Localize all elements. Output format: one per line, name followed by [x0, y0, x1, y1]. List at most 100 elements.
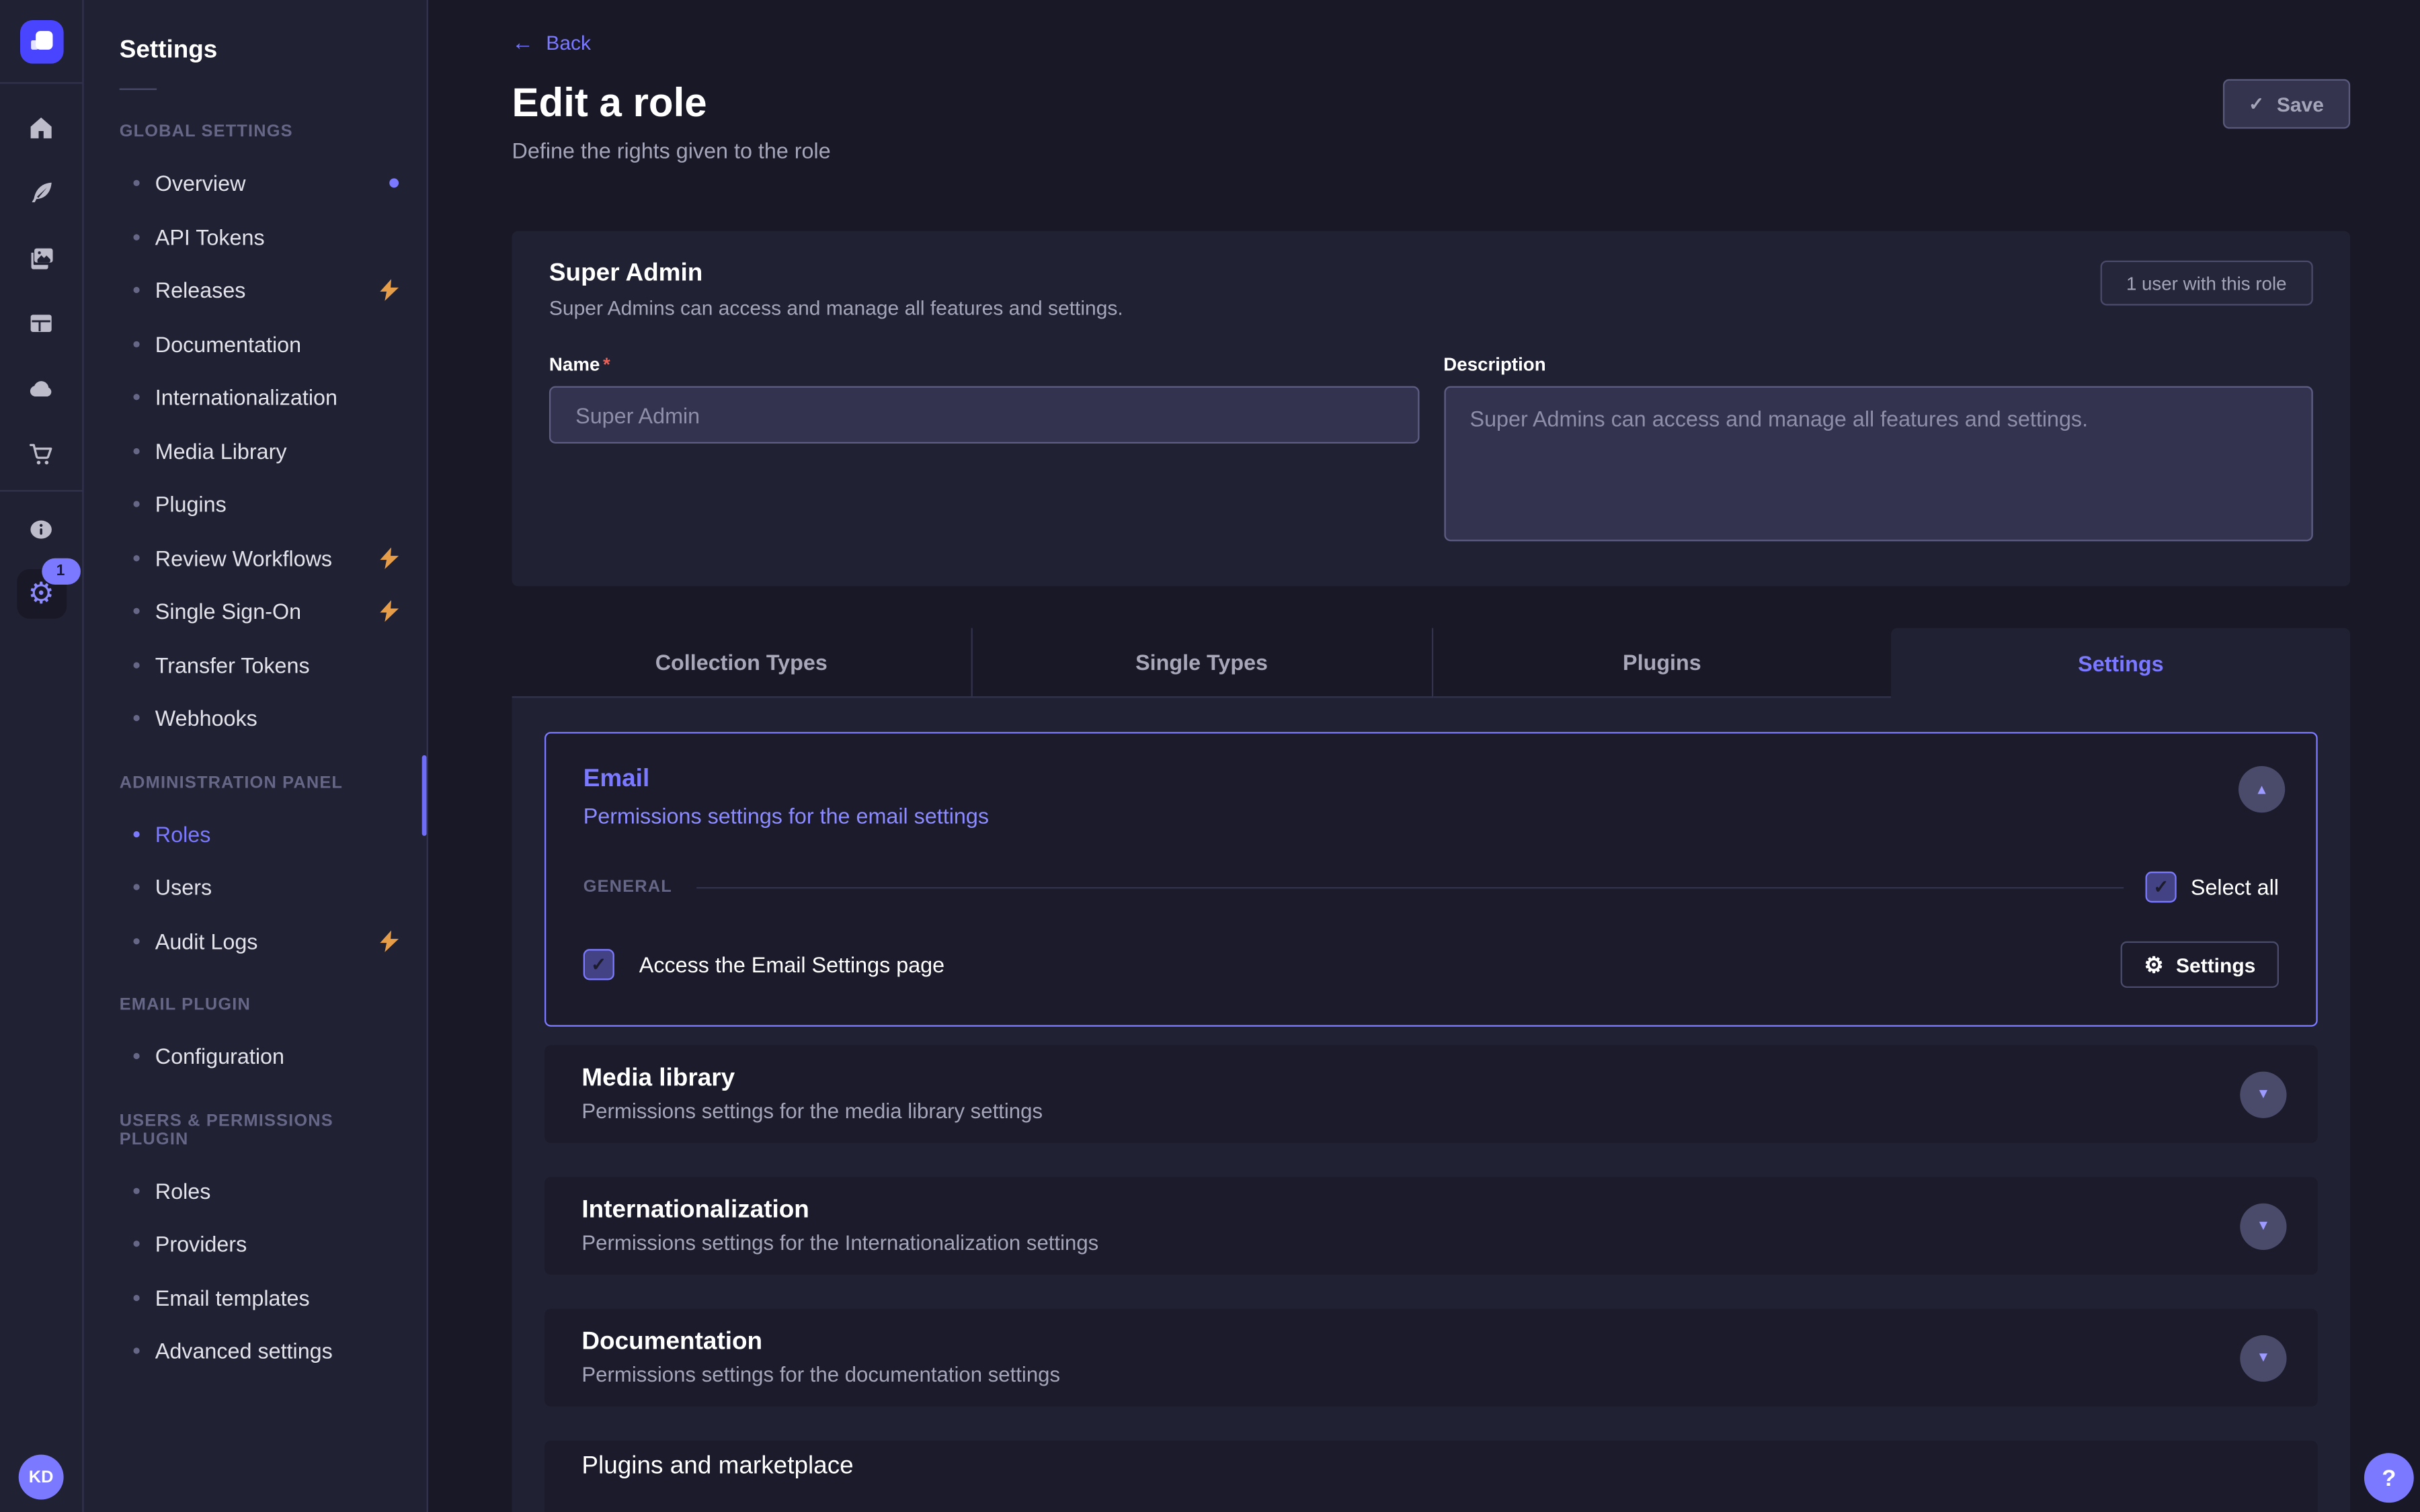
bullet-icon [133, 341, 139, 347]
help-button[interactable]: ? [2364, 1453, 2414, 1503]
description-textarea[interactable]: Super Admins can access and manage all f… [1443, 386, 2312, 542]
accordion-subtitle: Permissions settings for the Internation… [581, 1231, 1098, 1255]
accordion-email-body: GENERAL ✓ Select all ✓ Access the Email … [546, 853, 2316, 1025]
role-name-heading: Super Admin [549, 261, 2313, 289]
sidebar-item-configuration[interactable]: Configuration [82, 1030, 426, 1083]
settings-nav-button[interactable]: ⚙ 1 [9, 561, 74, 626]
expand-button[interactable]: ▼ [2240, 1203, 2286, 1249]
select-all-checkbox[interactable]: ✓ [2146, 872, 2177, 902]
description-field-label: Description [1443, 353, 2312, 375]
accordion-media-library[interactable]: Media library Permissions settings for t… [544, 1045, 2318, 1142]
sidebar-item-internationalization[interactable]: Internationalization [82, 371, 426, 425]
bullet-icon [133, 287, 139, 293]
accordion-plugins-and-marketplace[interactable]: Plugins and marketplace [544, 1441, 2318, 1512]
tab-single-types[interactable]: Single Types [972, 628, 1433, 698]
permission-settings-button[interactable]: ⚙ Settings [2121, 941, 2279, 988]
home-nav-button[interactable] [9, 95, 74, 160]
expand-button[interactable]: ▼ [2240, 1070, 2286, 1117]
bullet-icon [133, 180, 139, 186]
save-button[interactable]: ✓ Save [2222, 79, 2350, 129]
collapse-button[interactable]: ▲ [2238, 766, 2285, 812]
permission-row[interactable]: ✓ Access the Email Settings page [583, 949, 944, 980]
sidebar-item-documentation[interactable]: Documentation [82, 317, 426, 371]
select-all-label: Select all [2191, 875, 2279, 900]
subnav-title: Settings [82, 0, 426, 65]
section-header-administration-panel: ADMINISTRATION PANEL [82, 773, 426, 792]
strapi-logo-link[interactable] [0, 0, 82, 84]
sidebar-item-audit-logs[interactable]: Audit Logs [82, 914, 426, 968]
notification-dot [389, 179, 399, 188]
accordion-title: Email [583, 766, 989, 794]
sidebar-item-review-workflows[interactable]: Review Workflows [82, 531, 426, 585]
role-info-card: Super Admin Super Admins can access and … [512, 231, 2351, 586]
back-arrow-icon: ← [512, 30, 534, 54]
sidebar-item-providers[interactable]: Providers [82, 1218, 426, 1271]
info-nav-button[interactable] [9, 496, 74, 561]
sidebar-item-releases[interactable]: Releases [82, 263, 426, 317]
sidebar-item-users[interactable]: Users [82, 861, 426, 915]
permissions-tabs: Collection Types Single Types Plugins Se… [512, 628, 2351, 698]
sidebar-item-transfer-tokens[interactable]: Transfer Tokens [82, 638, 426, 692]
images-icon [26, 243, 56, 272]
accordion-title: Documentation [581, 1329, 1060, 1357]
info-icon [26, 514, 56, 544]
subnav-scrollbar-thumb[interactable] [422, 755, 427, 836]
strapi-logo [19, 19, 63, 63]
sidebar-item-single-sign-on[interactable]: Single Sign-On [82, 585, 426, 638]
tab-plugins[interactable]: Plugins [1433, 628, 1891, 698]
settings-tab-panel: Email Permissions settings for the email… [512, 698, 2351, 1512]
check-icon: ✓ [2249, 93, 2264, 114]
tab-settings[interactable]: Settings [1892, 628, 2350, 698]
tab-collection-types[interactable]: Collection Types [512, 628, 973, 698]
accordion-internationalization[interactable]: Internationalization Permissions setting… [544, 1177, 2318, 1275]
lightning-icon [380, 280, 399, 301]
sidebar-item-advanced-settings[interactable]: Advanced settings [82, 1325, 426, 1378]
accordion-title: Internationalization [581, 1198, 1098, 1226]
permission-label: Access the Email Settings page [639, 952, 944, 977]
main-content: ← Back Edit a role Define the rights giv… [427, 0, 2420, 1512]
bullet-icon [133, 831, 139, 837]
divider [697, 886, 2124, 888]
settings-subnav: Settings GLOBAL SETTINGS Overview API To… [82, 0, 428, 1512]
lightning-icon [380, 601, 399, 622]
deploy-nav-button[interactable] [9, 355, 74, 420]
sidebar-item-roles-admin[interactable]: Roles [82, 807, 426, 861]
accordion-documentation[interactable]: Documentation Permissions settings for t… [544, 1309, 2318, 1406]
name-field-label: Name* [549, 353, 1418, 375]
bullet-icon [133, 394, 139, 401]
accordion-subtitle: Permissions settings for the documentati… [581, 1363, 1060, 1386]
accordion-subtitle: Permissions settings for the email setti… [583, 803, 989, 828]
select-all-control[interactable]: ✓ Select all [2146, 872, 2279, 902]
sidebar-item-webhooks[interactable]: Webhooks [82, 691, 426, 745]
sidebar-item-email-templates[interactable]: Email templates [82, 1271, 426, 1325]
home-icon [26, 112, 56, 142]
notifications-badge: 1 [41, 558, 80, 585]
section-header-global-settings: GLOBAL SETTINGS [82, 122, 426, 141]
name-input[interactable] [549, 386, 1418, 444]
users-with-role-button[interactable]: 1 user with this role [2100, 261, 2313, 306]
content-manager-nav-button[interactable] [9, 290, 74, 355]
cart-icon [26, 438, 56, 468]
role-description-text: Super Admins can access and manage all f… [549, 296, 2313, 320]
back-link[interactable]: ← Back [512, 30, 591, 54]
chevron-up-icon: ▲ [2255, 782, 2269, 796]
bullet-icon [133, 1241, 139, 1247]
marketplace-nav-button[interactable] [9, 420, 74, 485]
bullet-icon [133, 715, 139, 721]
bullet-icon [133, 501, 139, 507]
bullet-icon [133, 448, 139, 454]
chevron-down-icon: ▼ [2257, 1351, 2271, 1365]
expand-button[interactable]: ▼ [2240, 1335, 2286, 1381]
sidebar-item-overview[interactable]: Overview [82, 157, 426, 210]
user-avatar[interactable]: KD [19, 1455, 64, 1500]
permission-checkbox[interactable]: ✓ [583, 949, 614, 980]
bullet-icon [133, 938, 139, 944]
sidebar-item-media-library[interactable]: Media Library [82, 424, 426, 478]
content-builder-nav-button[interactable] [9, 160, 74, 225]
lightning-icon [380, 930, 399, 952]
sidebar-item-api-tokens[interactable]: API Tokens [82, 210, 426, 264]
sidebar-item-roles-up[interactable]: Roles [82, 1164, 426, 1218]
accordion-email-header[interactable]: Email Permissions settings for the email… [546, 734, 2316, 853]
sidebar-item-plugins[interactable]: Plugins [82, 478, 426, 532]
media-library-nav-button[interactable] [9, 225, 74, 290]
